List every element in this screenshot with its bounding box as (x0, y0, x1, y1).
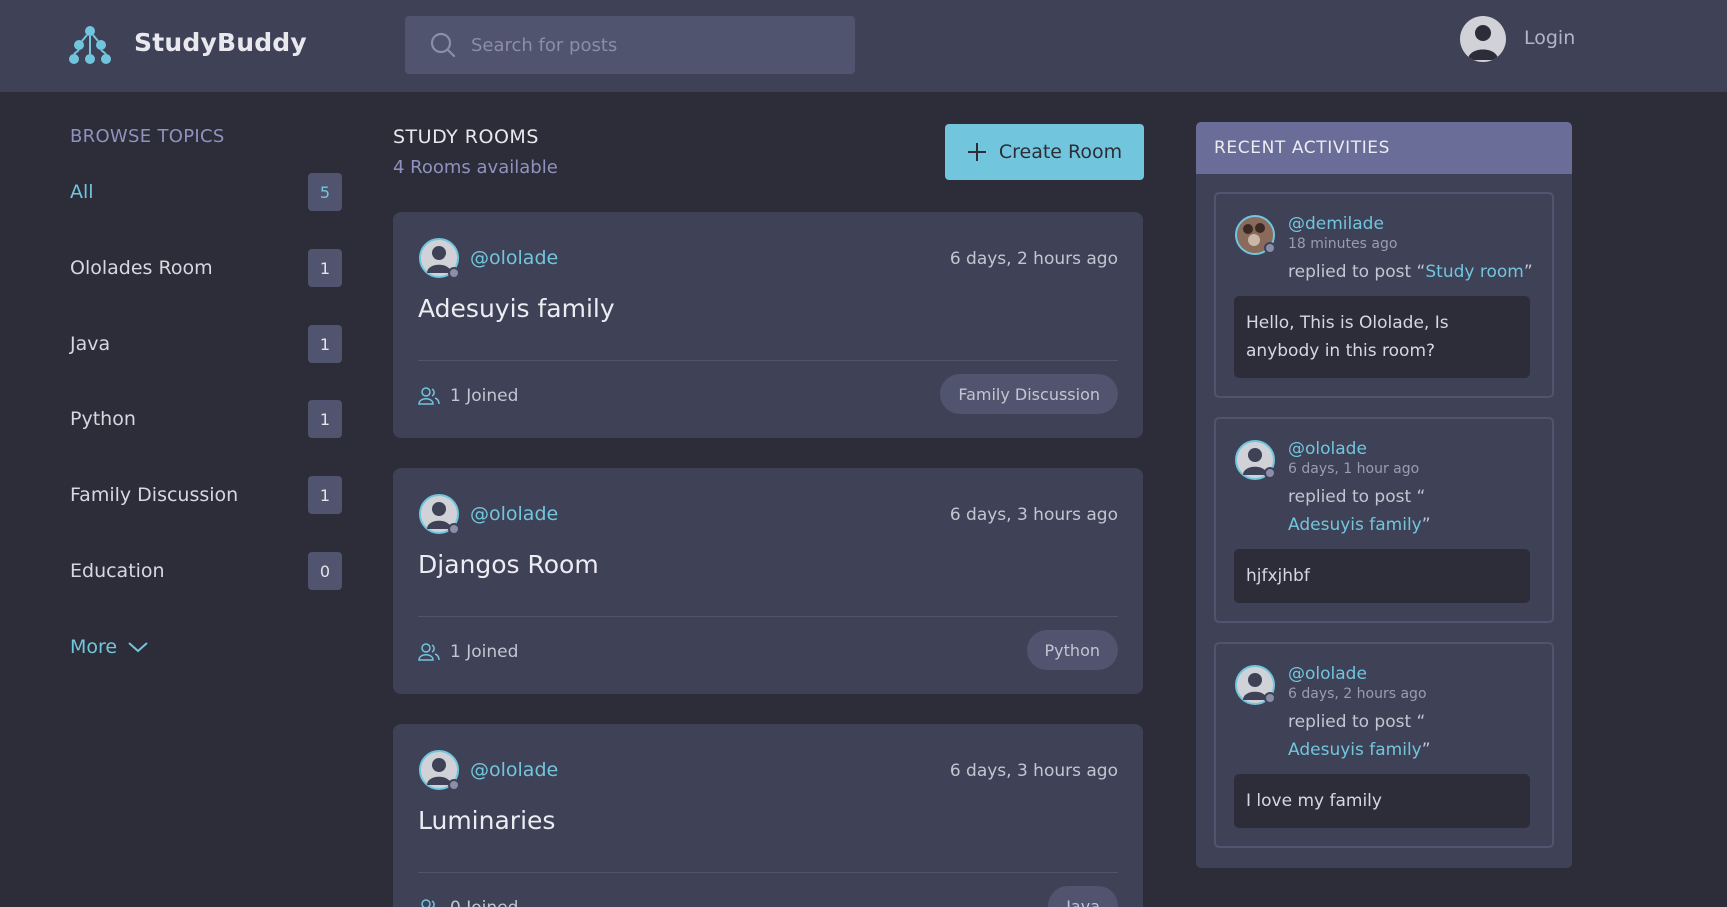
user-avatar-icon[interactable] (1234, 664, 1276, 706)
card-divider (418, 616, 1118, 617)
activity-message: I love my family (1234, 774, 1530, 828)
room-host-username[interactable]: @ololade (470, 247, 558, 269)
activity-item: @ololade 6 days, 1 hour ago replied to p… (1214, 417, 1554, 623)
recent-activities-heading: RECENT ACTIVITIES (1196, 122, 1572, 174)
card-divider (418, 360, 1118, 361)
activity-time: 6 days, 1 hour ago (1288, 461, 1420, 477)
users-icon (418, 387, 440, 405)
room-title[interactable]: Djangos Room (418, 550, 599, 579)
user-avatar-icon[interactable] (1234, 214, 1276, 256)
card-divider (418, 872, 1118, 873)
room-participants: 1 Joined (418, 642, 518, 662)
topic-item-python[interactable]: Python 1 (70, 399, 342, 439)
topic-count: 1 (308, 400, 342, 438)
recent-activities-panel: RECENT ACTIVITIES @demilade 18 minutes a… (1196, 122, 1572, 868)
activity-message: hjfxjhbf (1234, 549, 1530, 603)
room-title[interactable]: Luminaries (418, 806, 555, 835)
topic-item-java[interactable]: Java 1 (70, 324, 342, 364)
room-timestamp: 6 days, 3 hours ago (949, 761, 1118, 781)
room-card[interactable]: @ololade 6 days, 3 hours ago Djangos Roo… (393, 468, 1143, 694)
topic-item-all[interactable]: All 5 (70, 172, 342, 212)
activity-time: 18 minutes ago (1288, 236, 1398, 252)
top-header: StudyBuddy Login (0, 0, 1727, 92)
topic-name: Java (70, 333, 111, 355)
room-timestamp: 6 days, 2 hours ago (949, 249, 1118, 269)
room-host-username[interactable]: @ololade (470, 503, 558, 525)
activity-post-link[interactable]: Adesuyis family (1288, 740, 1422, 760)
topic-count: 1 (308, 325, 342, 363)
room-card[interactable]: @ololade 6 days, 3 hours ago Luminaries … (393, 724, 1143, 907)
activity-description: replied to post “ Adesuyis family” (1288, 708, 1538, 764)
activity-description: replied to post “ Adesuyis family” (1288, 483, 1538, 539)
search-icon (430, 32, 456, 58)
user-avatar-icon[interactable] (418, 749, 460, 791)
users-icon (421, 899, 435, 907)
room-timestamp: 6 days, 3 hours ago (949, 505, 1118, 525)
chevron-down-icon (128, 642, 148, 653)
activity-quote-close: ” (1421, 740, 1431, 760)
user-avatar-icon[interactable] (418, 493, 460, 535)
room-topic-tag[interactable]: Java (1048, 886, 1118, 907)
topic-count: 1 (308, 476, 342, 514)
users-icon (418, 643, 440, 661)
study-rooms-heading: STUDY ROOMS (393, 126, 539, 148)
activity-action: replied to post “ (1288, 712, 1426, 732)
search-bar[interactable] (405, 16, 855, 74)
room-host-username[interactable]: @ololade (470, 759, 558, 781)
activity-item: @ololade 6 days, 2 hours ago replied to … (1214, 642, 1554, 848)
topic-name: All (70, 181, 94, 203)
joined-count: 0 Joined (450, 898, 518, 907)
topic-count: 0 (308, 552, 342, 590)
activity-item: @demilade 18 minutes ago replied to post… (1214, 192, 1554, 398)
user-avatar-icon[interactable] (418, 237, 460, 279)
topic-item-family-discussion[interactable]: Family Discussion 1 (70, 475, 342, 515)
create-room-label: Create Room (998, 141, 1123, 163)
room-topic-tag[interactable]: Family Discussion (940, 374, 1118, 414)
browse-topics-heading: BROWSE TOPICS (70, 126, 225, 147)
room-title[interactable]: Adesuyis family (418, 294, 615, 323)
more-topics-link[interactable]: More (70, 636, 149, 658)
topic-count: 5 (308, 173, 342, 211)
topic-count: 1 (308, 249, 342, 287)
topic-name: Family Discussion (70, 484, 239, 506)
room-participants: 1 Joined (418, 386, 518, 406)
room-participants: 0 Joined (418, 898, 518, 907)
rooms-available-count: 4 Rooms available (393, 157, 558, 178)
people-network-icon[interactable] (68, 24, 112, 66)
activity-message: Hello, This is Ololade, Is anybody in th… (1234, 296, 1530, 378)
user-avatar-icon[interactable] (1460, 16, 1506, 62)
activity-action: replied to post “ (1288, 487, 1426, 507)
joined-count: 1 Joined (450, 386, 519, 406)
user-avatar-icon[interactable] (1234, 439, 1276, 481)
search-input[interactable] (471, 34, 831, 56)
plus-icon (967, 143, 986, 161)
room-topic-tag[interactable]: Python (1026, 630, 1118, 670)
topic-item-education[interactable]: Education 0 (70, 551, 342, 591)
topic-name: Ololades Room (70, 257, 213, 279)
activity-quote-close: ” (1523, 262, 1533, 282)
room-card[interactable]: @ololade 6 days, 2 hours ago Adesuyis fa… (393, 212, 1143, 438)
topic-item-ololades-room[interactable]: Ololades Room 1 (70, 248, 342, 288)
topic-name: Education (70, 560, 165, 582)
login-link[interactable]: Login (1524, 27, 1575, 49)
activity-quote-close: ” (1421, 515, 1431, 535)
brand-name[interactable]: StudyBuddy (134, 28, 307, 57)
create-room-button[interactable]: Create Room (945, 124, 1144, 180)
activity-description: replied to post “Study room” (1288, 258, 1538, 286)
topic-name: Python (70, 408, 136, 430)
activity-time: 6 days, 2 hours ago (1288, 686, 1427, 702)
more-label: More (70, 636, 118, 658)
activity-post-link[interactable]: Adesuyis family (1288, 515, 1422, 535)
activity-action: replied to post “ (1288, 262, 1426, 282)
activity-username[interactable]: @ololade (1288, 439, 1367, 459)
joined-count: 1 Joined (450, 642, 519, 662)
activity-username[interactable]: @demilade (1288, 214, 1384, 234)
activity-username[interactable]: @ololade (1288, 664, 1367, 684)
activity-post-link[interactable]: Study room (1425, 262, 1523, 282)
